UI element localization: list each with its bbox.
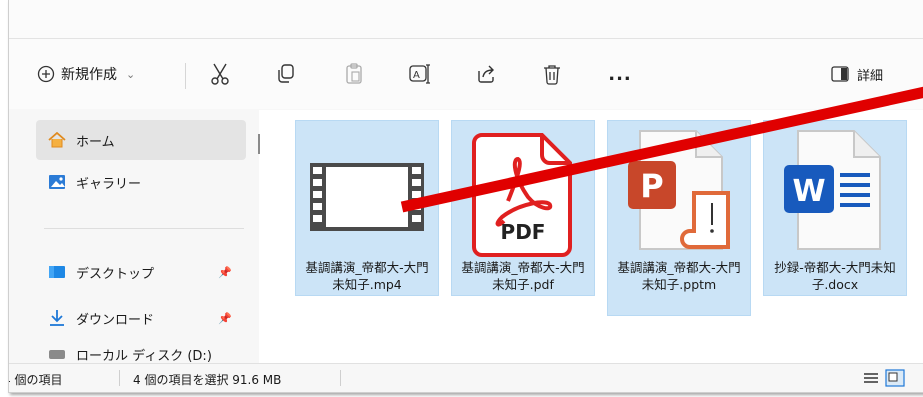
desktop-icon (49, 266, 65, 278)
share-icon (478, 65, 494, 83)
sidebar-item-home[interactable]: ホーム (36, 120, 246, 160)
sidebar-item-downloads[interactable]: ダウンロード 📌 (36, 298, 246, 338)
svg-text:A: A (413, 70, 420, 81)
delete-button[interactable] (537, 55, 567, 93)
sidebar-item-label: ローカル ディスク (D:) (76, 348, 212, 364)
item-count: 4 個の項目 (8, 373, 63, 387)
file-tile[interactable]: W 抄録-帝都大-大門未知子.docx (763, 120, 907, 296)
download-icon (50, 310, 64, 326)
docx-file-icon: W (764, 127, 906, 257)
pin-icon[interactable]: 📌 (218, 266, 232, 279)
details-pane-icon (831, 66, 849, 82)
file-tile[interactable]: PDF 基調講演_帝都大-大門未知子.pdf (451, 120, 595, 296)
address-bar-area (9, 0, 923, 39)
home-icon (48, 132, 66, 148)
clipboard-icon (346, 63, 362, 84)
paste-button[interactable] (339, 55, 369, 93)
tiles-view-icon[interactable] (885, 369, 905, 387)
file-tile[interactable]: 基調講演_帝都大-大門未知子.mp4 (295, 120, 439, 296)
file-name: 基調講演_帝都大-大門未知子.pdf (461, 260, 585, 292)
trash-icon (544, 65, 560, 85)
copy-icon (278, 64, 294, 83)
drive-icon (49, 350, 65, 359)
list-view-icon[interactable] (863, 371, 879, 385)
sidebar-item-label: ダウンロード (76, 312, 155, 328)
share-button[interactable] (471, 55, 501, 93)
sidebar-item-desktop[interactable]: デスクトップ 📌 (36, 252, 246, 292)
pin-icon[interactable]: 📌 (218, 312, 232, 325)
details-label: 詳細 (856, 68, 883, 84)
new-button[interactable]: 新規作成 ⌄ (37, 55, 135, 93)
sidebar-divider (44, 228, 244, 229)
cut-button[interactable] (205, 55, 235, 93)
status-divider (340, 370, 341, 386)
sidebar-item-label: ギャラリー (76, 176, 142, 192)
chevron-down-icon: ⌄ (126, 67, 136, 81)
svg-text:P: P (640, 167, 663, 205)
new-button-label: 新規作成 (61, 67, 117, 83)
more-options-button[interactable]: ... (605, 55, 635, 93)
file-name: 基調講演_帝都大-大門未知子.pptm (617, 260, 741, 292)
svg-text:W: W (792, 174, 825, 209)
details-button[interactable]: 詳細 (817, 55, 897, 93)
file-list: 基調講演_帝都大-大門未知子.mp4 PDF 基調講演_帝都大-大門未知子.pd… (279, 110, 923, 364)
command-bar: 新規作成 ⌄ A ... 詳細 (9, 39, 923, 109)
file-tile[interactable]: P 基調講演_帝都大-大門未知子.pptm (607, 120, 751, 316)
rename-icon: A (409, 64, 430, 84)
more-options-label: ... (608, 63, 632, 85)
status-divider (119, 370, 120, 386)
video-file-icon (296, 127, 438, 257)
copy-button[interactable] (271, 55, 301, 93)
gallery-icon (49, 175, 65, 189)
pptm-file-icon: P (608, 127, 750, 257)
svg-text:PDF: PDF (501, 220, 546, 244)
file-name: 抄録-帝都大-大門未知子.docx (774, 260, 896, 292)
scissors-icon (211, 63, 229, 85)
selection-info: 4 個の項目を選択 91.6 MB (133, 373, 282, 387)
file-name: 基調講演_帝都大-大門未知子.mp4 (305, 260, 429, 292)
sidebar-scrollbar[interactable] (258, 134, 260, 154)
status-bar: 4 個の項目 4 個の項目を選択 91.6 MB (9, 363, 923, 392)
navigation-pane: ホーム ギャラリー デスクトップ 📌 ダウンロード 📌 ローカル ディスク (D… (9, 110, 260, 364)
plus-circle-icon (37, 65, 55, 83)
sidebar-item-label: ホーム (76, 134, 115, 150)
file-explorer-window: 新規作成 ⌄ A ... 詳細 ホーム ギャラリー デスクトップ 📌 ダウンロー… (8, 0, 923, 393)
sidebar-item-gallery[interactable]: ギャラリー (36, 162, 246, 202)
rename-button[interactable]: A (405, 55, 435, 93)
pdf-file-icon: PDF (452, 127, 594, 257)
toolbar-divider (185, 63, 186, 89)
content-area: ホーム ギャラリー デスクトップ 📌 ダウンロード 📌 ローカル ディスク (D… (9, 110, 923, 364)
sidebar-item-label: デスクトップ (76, 266, 155, 282)
